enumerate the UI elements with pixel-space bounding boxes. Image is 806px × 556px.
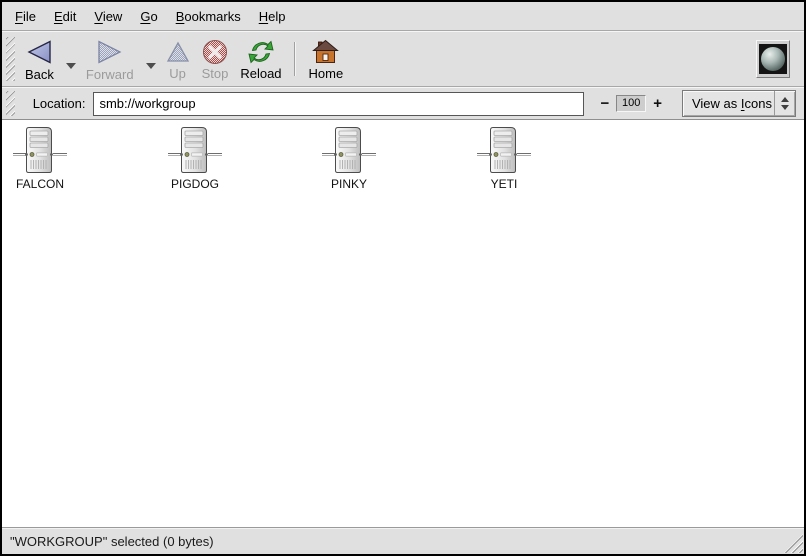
- menu-view[interactable]: View: [85, 5, 131, 28]
- reload-button[interactable]: Reload: [234, 34, 287, 84]
- status-text: "WORKGROUP" selected (0 bytes): [10, 534, 214, 549]
- home-icon: [312, 39, 339, 65]
- computer-icon: [167, 126, 223, 174]
- computer-icon: [476, 126, 532, 174]
- back-icon: [26, 38, 52, 66]
- reload-icon: [247, 39, 275, 65]
- back-button[interactable]: Back: [19, 33, 60, 85]
- stop-icon: [202, 39, 228, 65]
- server-item-yeti[interactable]: YETI: [458, 126, 550, 191]
- toolbar: Back Forward Up: [2, 31, 804, 87]
- location-label: Location:: [33, 96, 86, 111]
- back-history-dropdown-icon[interactable]: [66, 63, 76, 69]
- server-item-pinky[interactable]: PINKY: [303, 126, 395, 191]
- toolbar-separator: [294, 42, 295, 76]
- toolbar-grip[interactable]: [6, 37, 15, 81]
- view-as-label: View as Icons: [683, 91, 774, 116]
- forward-button: Forward: [80, 33, 140, 85]
- forward-icon: [97, 38, 123, 66]
- throbber-frame: [756, 40, 790, 78]
- home-button[interactable]: Home: [303, 34, 350, 84]
- menu-go[interactable]: Go: [131, 5, 166, 28]
- menu-edit[interactable]: Edit: [45, 5, 85, 28]
- zoom-out-button[interactable]: −: [596, 96, 613, 112]
- server-item-falcon[interactable]: FALCON: [2, 126, 86, 191]
- resize-grip-icon[interactable]: [784, 534, 803, 553]
- view-as-dropdown[interactable]: View as Icons: [682, 90, 796, 117]
- server-item-pigdog[interactable]: PIGDOG: [149, 126, 241, 191]
- statusbar: "WORKGROUP" selected (0 bytes): [2, 527, 804, 554]
- menu-bookmarks[interactable]: Bookmarks: [167, 5, 250, 28]
- location-bar: Location: − 100 + View as Icons: [2, 87, 804, 120]
- menubar: File Edit View Go Bookmarks Help: [2, 2, 804, 31]
- menu-file[interactable]: File: [6, 5, 45, 28]
- icon-view[interactable]: FALCON PIGDOG PINKY YETI: [2, 120, 804, 527]
- stop-button: Stop: [196, 34, 235, 84]
- location-bar-grip[interactable]: [6, 91, 15, 116]
- computer-icon: [321, 126, 377, 174]
- menu-help[interactable]: Help: [250, 5, 295, 28]
- throbber-icon: [759, 44, 787, 74]
- zoom-in-button[interactable]: +: [649, 96, 666, 112]
- computer-icon: [12, 126, 68, 174]
- forward-history-dropdown-icon: [146, 63, 156, 69]
- up-icon: [166, 39, 190, 65]
- zoom-level-indicator[interactable]: 100: [616, 95, 646, 112]
- view-as-arrows-icon[interactable]: [774, 91, 795, 116]
- up-button: Up: [160, 34, 196, 84]
- file-manager-window: File Edit View Go Bookmarks Help Back Fo…: [0, 0, 806, 556]
- location-input[interactable]: [93, 92, 584, 116]
